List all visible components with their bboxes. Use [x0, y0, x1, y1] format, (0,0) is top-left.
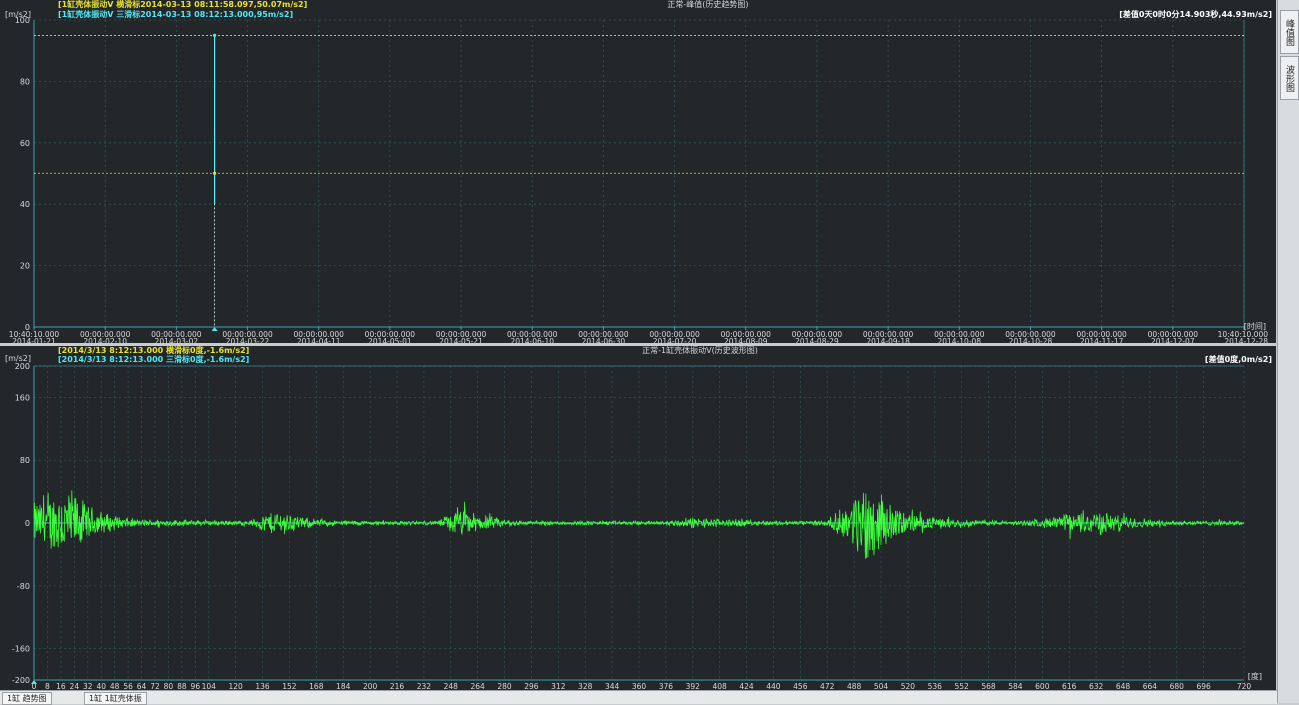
x-tick-label: 232 — [417, 682, 432, 690]
y-tick-label: 0 — [25, 519, 30, 528]
y-tick-label: 80 — [20, 77, 30, 86]
chart-title: 正常-1缸壳体振动V(历史波形图) — [642, 346, 758, 355]
x-tick-label: 200 — [363, 682, 378, 690]
x-tick-label: 600 — [1035, 682, 1050, 690]
x-tick-label: 152 — [282, 682, 297, 690]
x-tick-label: 392 — [686, 682, 701, 690]
x-tick-label: 456 — [793, 682, 808, 690]
x-tick-label: 504 — [874, 682, 889, 690]
cursor-legend-2: [2014/3/13 8:12:13.000 三滑标0度,-1.6m/s2] — [58, 354, 249, 364]
x-tick-label: 136 — [255, 682, 270, 690]
cursor-marker-1 — [213, 172, 216, 175]
x-tick-label: 424 — [739, 682, 754, 690]
x-axis-unit: [时间] — [1244, 321, 1266, 331]
tab-peak-chart[interactable]: 峰值图 — [1280, 10, 1299, 54]
stage: 02040608010010:40:10.0002014-01-2100:00:… — [0, 0, 1299, 703]
tab-vibration[interactable]: 1缸 1缸壳体振 — [84, 692, 147, 705]
x-tick-label: 32 — [83, 682, 93, 690]
y-tick-label: 20 — [20, 262, 30, 271]
chart-title: 正常-峰值(历史趋势图) — [667, 0, 748, 9]
x-tick-label: 376 — [659, 682, 674, 690]
cursor-marker-2 — [213, 34, 216, 37]
bottom-tab-bar: 1缸 趋势图 1缸 1缸壳体振 — [0, 690, 1277, 704]
x-tick-label: 64 — [137, 682, 147, 690]
waveform-chart[interactable]: 0816243240485664728088961041201361521681… — [0, 346, 1276, 690]
x-tick-label: 40 — [96, 682, 106, 690]
x-tick-label: 488 — [847, 682, 862, 690]
x-tick-label: 632 — [1089, 682, 1104, 690]
x-tick-label: 312 — [551, 682, 566, 690]
x-tick-label: 104 — [202, 682, 217, 690]
x-tick-label: 472 — [820, 682, 835, 690]
waveform-chart-panel[interactable]: 0816243240485664728088961041201361521681… — [0, 346, 1276, 690]
x-tick-label: 248 — [444, 682, 459, 690]
x-tick-label: 216 — [390, 682, 405, 690]
waveform-series-line — [34, 490, 1244, 558]
cursor-delta: [差值0天0时0分14.903秒,44.93m/s2] — [1119, 9, 1272, 19]
x-tick-label: 80 — [164, 682, 174, 690]
x-tick-label: 72 — [150, 682, 160, 690]
cursor-legend-2: [1缸壳体振动V 三滑标2014-03-13 08:12:13.000,95m/… — [58, 9, 293, 19]
cursor-legend-1: [1缸壳体振动V 横滑标2014-03-13 08:11:58.097,50.0… — [58, 0, 307, 9]
x-tick-label: 48 — [110, 682, 120, 690]
y-tick-label: 80 — [20, 456, 30, 465]
x-tick-label: 96 — [191, 682, 201, 690]
x-tick-label: 328 — [578, 682, 593, 690]
x-tick-label: 344 — [605, 682, 620, 690]
x-tick-label: 264 — [471, 682, 486, 690]
x-tick-label: 552 — [955, 682, 970, 690]
x-tick-label: 568 — [981, 682, 996, 690]
x-tick-label: 720 — [1237, 682, 1252, 690]
x-tick-label: 520 — [901, 682, 916, 690]
y-axis-unit: [m/s2] — [5, 10, 31, 19]
y-tick-label: 160 — [15, 393, 30, 402]
y-tick-label: 60 — [20, 139, 30, 148]
x-tick-label: 184 — [336, 682, 351, 690]
x-tick-label: 120 — [229, 682, 244, 690]
y-tick-label: 200 — [15, 362, 30, 371]
x-tick-label: 280 — [497, 682, 512, 690]
x-tick-label: 16 — [56, 682, 66, 690]
y-tick-label: -160 — [12, 645, 30, 654]
x-tick-label: 584 — [1008, 682, 1023, 690]
y-tick-label: -80 — [17, 582, 30, 591]
cursor-legend-1: [2014/3/13 8:12:13.000 横滑标0度,-1.6m/s2] — [58, 346, 249, 355]
x-tick-label: 648 — [1116, 682, 1131, 690]
tab-trend[interactable]: 1缸 趋势图 — [2, 692, 52, 705]
y-axis-unit: [m/s2] — [5, 354, 31, 363]
x-axis-unit: [度] — [1248, 671, 1262, 681]
x-tick-label: 168 — [309, 682, 324, 690]
trend-chart-panel[interactable]: 02040608010010:40:10.0002014-01-2100:00:… — [0, 0, 1276, 343]
x-tick-label: 616 — [1062, 682, 1077, 690]
x-tick-label: 680 — [1170, 682, 1185, 690]
tab-waveform-chart[interactable]: 波形图 — [1280, 56, 1299, 100]
x-tick-label: 88 — [177, 682, 187, 690]
y-tick-label: -200 — [12, 676, 30, 685]
x-tick-label: 440 — [766, 682, 781, 690]
x-tick-label: 664 — [1143, 682, 1158, 690]
trend-chart[interactable]: 02040608010010:40:10.0002014-01-2100:00:… — [0, 0, 1276, 343]
x-tick-label: 24 — [70, 682, 80, 690]
x-tick-label: 696 — [1197, 682, 1212, 690]
cursor-handle — [212, 327, 218, 331]
x-tick-label: 296 — [524, 682, 539, 690]
y-tick-label: 40 — [20, 200, 30, 209]
x-tick-label: 360 — [632, 682, 647, 690]
x-tick-label: 8 — [45, 682, 50, 690]
cursor-delta: [差值0度,0m/s2] — [1205, 354, 1272, 364]
x-tick-label: 408 — [713, 682, 728, 690]
x-tick-label: 56 — [123, 682, 133, 690]
right-sidebar: 峰值图 波形图 — [1277, 0, 1299, 703]
x-tick-label: 536 — [928, 682, 943, 690]
